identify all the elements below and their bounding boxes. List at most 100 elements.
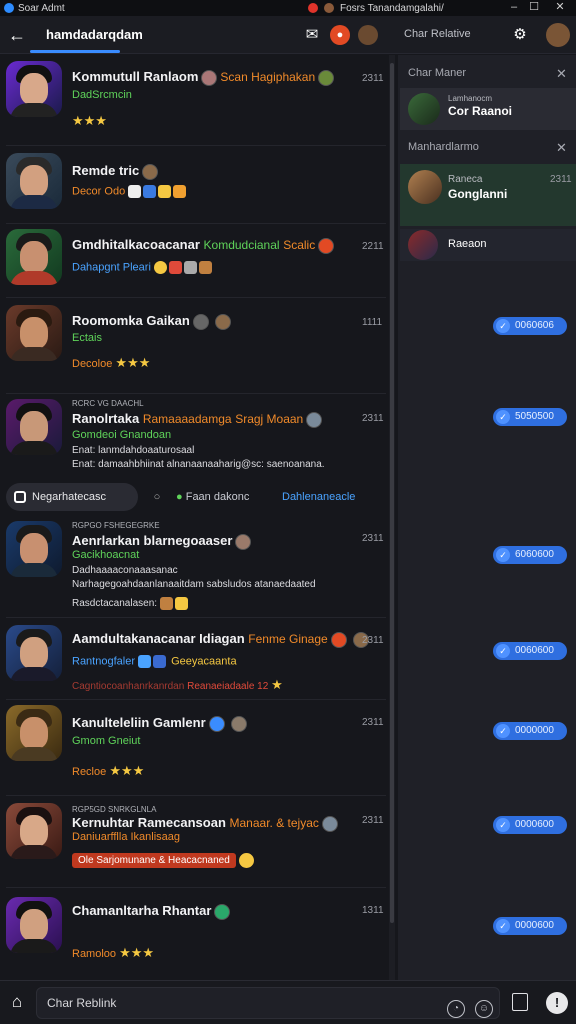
row-divider: [6, 617, 386, 618]
chat-row[interactable]: Roomomka Gaikan 1111 Ectais Decoloe ★★★: [0, 299, 388, 391]
back-arrow-icon[interactable]: ←: [6, 24, 28, 46]
close-window-button[interactable]: ✕: [548, 0, 572, 16]
status-icon: [214, 903, 231, 920]
chat-name: Chamanltarha Rhantar: [72, 903, 212, 918]
close-icon[interactable]: ✕: [556, 140, 567, 156]
close-icon[interactable]: ✕: [556, 66, 567, 82]
reaction-pill[interactable]: ✓ 0000000: [493, 722, 567, 740]
panel-item[interactable]: Lamhanocm Cor Raanoi: [400, 88, 576, 130]
rating-stars: ★★★: [109, 763, 145, 778]
sticker-icon: [138, 655, 152, 668]
chat-row[interactable]: Remde tric Decor Odo: [0, 147, 388, 221]
maximize-button[interactable]: ☐: [522, 0, 546, 16]
chat-row[interactable]: RGPGO FSHEGEGRKE Aenrlarkan blarnegoaase…: [0, 515, 388, 615]
app-logo-icon: [4, 3, 14, 13]
pill-label: 0000000: [515, 725, 554, 736]
rating-stars: ★★★: [115, 355, 151, 370]
mini-avatar: [306, 411, 323, 428]
chat-tag: Komdudcianal: [203, 238, 280, 252]
message-input[interactable]: [47, 988, 427, 1018]
chat-status: Rantnogfaler: [72, 655, 135, 668]
mini-avatar: [330, 631, 347, 648]
chat-relative-tab[interactable]: Char Relative: [404, 28, 471, 40]
sticker-icon: [198, 261, 212, 274]
panel-item[interactable]: Raeaon: [400, 229, 576, 261]
verified-icon: [208, 715, 225, 732]
chat-row[interactable]: RCRC VG DAACHL Ranolrtaka Ramaaaadamga S…: [0, 395, 388, 479]
chat-row[interactable]: Aamdultakanacanar Idiagan Fenme Ginage 2…: [0, 619, 388, 697]
filter-chip-circle-icon[interactable]: ○: [146, 483, 168, 511]
chat-preheader: RCRC VG DAACHL: [72, 399, 144, 408]
home-icon[interactable]: ⌂: [6, 991, 28, 1013]
attach-file-icon[interactable]: [512, 993, 528, 1011]
reaction-pill[interactable]: ✓ 6060600: [493, 546, 567, 564]
check-icon: ✓: [496, 919, 510, 933]
active-tab-indicator: [30, 50, 120, 53]
sticker-icon: [159, 597, 173, 610]
tab-avatar: [324, 3, 334, 13]
chat-time: 2311: [362, 635, 384, 646]
mini-avatar: [235, 533, 252, 550]
filter-chip[interactable]: Dahlenaneacle: [282, 483, 365, 511]
rating-stars: ★★★: [72, 113, 107, 128]
row-divider: [6, 887, 386, 888]
message-input-box[interactable]: ◔ ☺: [36, 987, 500, 1019]
scrollbar-thumb[interactable]: [390, 63, 394, 923]
more-options-icon[interactable]: !: [546, 992, 568, 1014]
chat-time: 1111: [362, 317, 383, 328]
reaction-pill[interactable]: ✓ 0000600: [493, 816, 567, 834]
reaction-pill[interactable]: ✓ 0000600: [493, 917, 567, 935]
globe-icon: ●: [176, 491, 183, 503]
check-icon: ✓: [496, 818, 510, 832]
panel-item-active[interactable]: Raneca Gonglanni 2311: [400, 164, 576, 226]
pill-label: 0000600: [515, 819, 554, 830]
panel-avatar: [408, 230, 438, 260]
window-titlebar: Soar Admt Fosrs Tanandamgalahi/ – ☐ ✕: [0, 0, 576, 16]
profile-avatar[interactable]: [546, 23, 570, 47]
emoji-picker-icon[interactable]: ☺: [475, 1000, 493, 1018]
reaction-pill[interactable]: ✓ 0060606: [493, 317, 567, 335]
chat-row[interactable]: RGP5GD SNRKGLNLA Kernuhtar Ramecansoan M…: [0, 797, 388, 885]
panel-avatar: [408, 170, 442, 204]
chat-avatar: [6, 705, 62, 761]
clock-icon[interactable]: ◔: [447, 1000, 465, 1018]
chat-avatar: [6, 625, 62, 681]
chat-list-scrollbar[interactable]: [389, 55, 395, 980]
filter-chip[interactable]: Negarhatecasc: [6, 483, 138, 511]
chat-row[interactable]: Kanulteleliin Gamlenr 2311 Gmom Gneiut R…: [0, 701, 388, 793]
sticker-icon: [128, 185, 142, 198]
mini-avatar: [142, 163, 159, 180]
check-icon: ✓: [496, 319, 510, 333]
row-divider: [6, 223, 386, 224]
page-title: hamdadarqdam: [46, 27, 143, 42]
mini-avatar: [192, 313, 209, 330]
settings-gear-icon[interactable]: ⚙: [510, 25, 530, 45]
chat-time: 2311: [362, 815, 384, 826]
filter-chip[interactable]: ● Faan dakonc: [176, 483, 259, 511]
chat-preview-line: Dadhaaaaconaaasanac: [72, 565, 178, 576]
top-toolbar: ← hamdadarqdam ✉ ● Char Relative ⚙: [0, 16, 576, 54]
chat-name: Kommutull Ranlaom: [72, 69, 199, 84]
chat-name: Aenrlarkan blarnegoaaser: [72, 533, 233, 548]
row-divider: [6, 699, 386, 700]
sticker-icon: [143, 185, 157, 198]
panel-item-time: 2311: [550, 174, 572, 185]
chat-status: Gacikhoacnat: [72, 549, 140, 561]
titlebar-tab[interactable]: Fosrs Tanandamgalahi/: [308, 0, 444, 16]
app-badge-icon[interactable]: ●: [330, 25, 350, 45]
chat-avatar: [6, 153, 62, 209]
chat-row[interactable]: Gmdhitalkacoacanar Komdudcianal Scalic 2…: [0, 225, 388, 295]
pill-label: 0060600: [515, 645, 554, 656]
sticker-icon: [183, 261, 197, 274]
chat-preview-line: Rasdctacanalasen:: [72, 598, 158, 610]
chat-row[interactable]: Chamanltarha Rhantar 1311 Ramoloo ★★★: [0, 889, 388, 979]
reaction-pill[interactable]: ✓ 0060600: [493, 642, 567, 660]
reaction-pill[interactable]: ✓ 5050500: [493, 408, 567, 426]
mail-icon[interactable]: ✉: [302, 25, 322, 45]
chat-row[interactable]: Kommutull Ranlaom Scan Hagiphakan 2311 Da…: [0, 55, 388, 143]
pill-label: 0000600: [515, 920, 554, 931]
row-divider: [6, 297, 386, 298]
chat-tag: Manaar. & tejyac: [229, 816, 319, 830]
user-avatar-small[interactable]: [358, 25, 378, 45]
emoji-icon: [153, 261, 167, 274]
